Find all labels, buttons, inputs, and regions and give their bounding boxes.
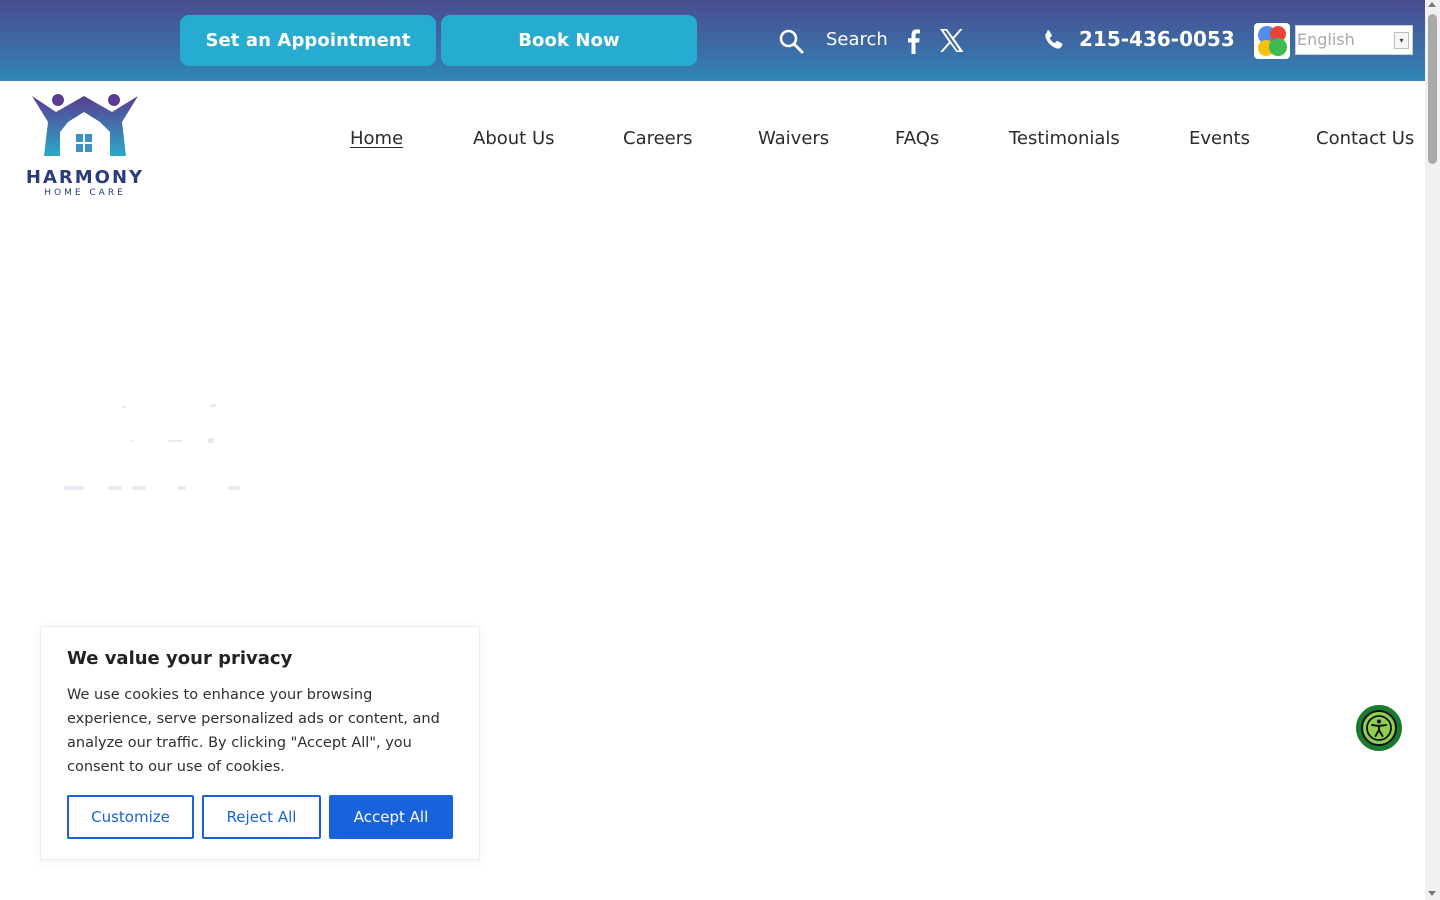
phone-icon xyxy=(1045,30,1063,49)
book-now-button[interactable]: Book Now xyxy=(441,15,697,66)
accept-all-button[interactable]: Accept All xyxy=(329,795,453,839)
nav-item-waivers[interactable]: Waivers xyxy=(758,128,829,149)
accessibility-icon-ring xyxy=(1361,710,1397,746)
nav-item-faqs[interactable]: FAQs xyxy=(895,128,939,149)
nav-item-careers[interactable]: Careers xyxy=(623,128,693,149)
phone-number[interactable]: 215-436-0053 xyxy=(1079,27,1235,51)
nav-item-testimonials[interactable]: Testimonials xyxy=(1009,128,1120,149)
nav-item-home[interactable]: Home xyxy=(350,128,403,149)
language-selected: English xyxy=(1297,30,1355,49)
reject-all-button[interactable]: Reject All xyxy=(202,795,321,839)
scroll-down-arrow-icon[interactable] xyxy=(1428,891,1436,896)
page-scrollbar[interactable] xyxy=(1425,0,1440,900)
scroll-up-arrow-icon[interactable] xyxy=(1428,2,1436,7)
cookie-description: We use cookies to enhance your browsing … xyxy=(67,687,440,775)
x-twitter-icon[interactable] xyxy=(939,28,964,53)
logo-tagline: HOME CARE xyxy=(44,188,126,198)
top-bar: Set an Appointment Book Now Search 215-4… xyxy=(0,0,1425,81)
hero-loading-artifact xyxy=(64,404,240,490)
scroll-thumb[interactable] xyxy=(1428,14,1437,164)
nav-item-events[interactable]: Events xyxy=(1189,128,1250,149)
customize-button[interactable]: Customize xyxy=(67,795,194,839)
search-icon[interactable] xyxy=(778,28,804,54)
accessibility-button[interactable] xyxy=(1356,705,1402,751)
nav-item-about-us[interactable]: About Us xyxy=(473,128,555,149)
nav-item-contact-us[interactable]: Contact Us xyxy=(1316,128,1414,149)
cookie-title: We value your privacy xyxy=(67,648,293,669)
facebook-icon[interactable] xyxy=(905,28,921,54)
google-translate-icon xyxy=(1254,23,1290,59)
language-select[interactable]: English ▾ xyxy=(1295,25,1413,55)
set-appointment-button[interactable]: Set an Appointment xyxy=(180,15,436,66)
accessibility-icon xyxy=(1366,715,1392,741)
logo-name: HARMONY xyxy=(26,167,144,188)
cookie-consent-banner: We value your privacy We use cookies to … xyxy=(40,626,480,860)
chevron-down-icon[interactable]: ▾ xyxy=(1394,32,1409,49)
search-label[interactable]: Search xyxy=(826,29,888,50)
main-nav: Home About Us Careers Waivers FAQs Testi… xyxy=(0,128,1425,158)
